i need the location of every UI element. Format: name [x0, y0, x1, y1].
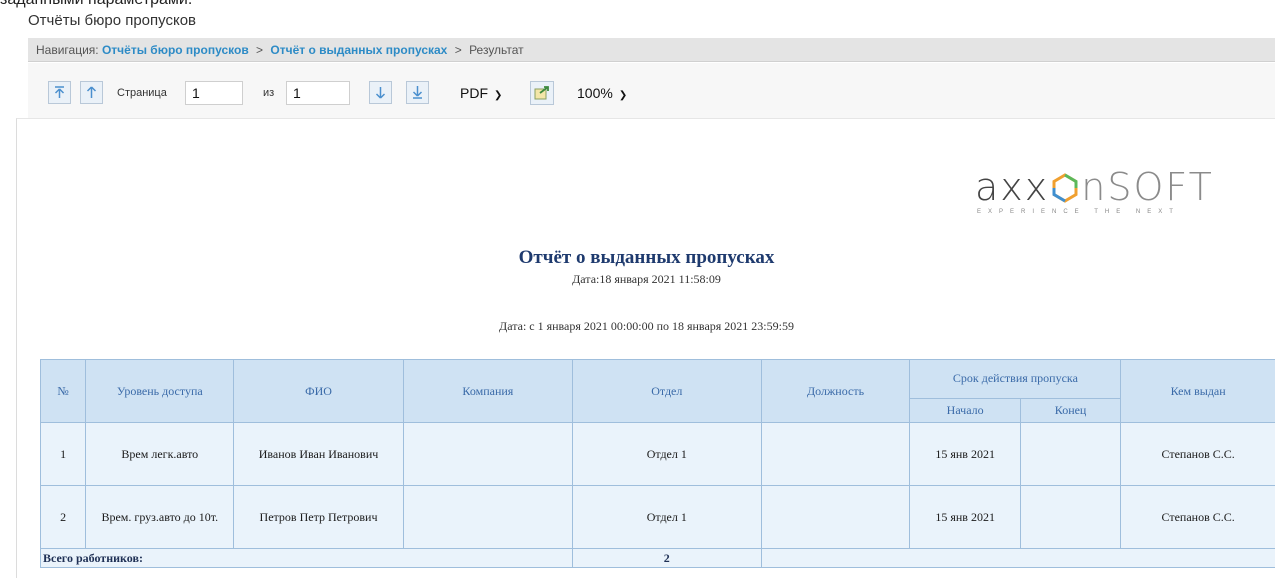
- breadcrumb-separator: >: [455, 43, 462, 57]
- cell-department: Отдел 1: [573, 423, 761, 486]
- logo-wordmark: axx nSOFT: [975, 165, 1214, 209]
- report-table: № Уровень доступа ФИО Компания Отдел Дол…: [40, 359, 1275, 568]
- report-period: Дата: с 1 января 2021 00:00:00 по 18 янв…: [17, 319, 1275, 334]
- breadcrumb-link-reports[interactable]: Отчёты бюро пропусков: [102, 43, 249, 57]
- cell-issued-by: Степанов С.С.: [1121, 423, 1275, 486]
- column-header-position: Должность: [761, 360, 910, 423]
- export-format-value: PDF: [460, 85, 488, 101]
- report-toolbar: Страница 1 из 1 PDF ❯ 100% ❯: [28, 63, 1275, 119]
- breadcrumb-current: Результат: [469, 43, 524, 57]
- logo-tagline: EXPERIENCE THE NEXT: [977, 209, 1180, 215]
- total-label: Всего работников:: [41, 549, 573, 568]
- breadcrumb-prefix: Навигация:: [36, 43, 99, 57]
- cell-access-level: Врем. груз.авто до 10т.: [86, 486, 234, 549]
- first-page-button[interactable]: [48, 81, 71, 104]
- column-header-access-level: Уровень доступа: [86, 360, 234, 423]
- breadcrumb-link-issued-passes[interactable]: Отчёт о выданных пропусках: [270, 43, 447, 57]
- export-button[interactable]: [530, 81, 554, 105]
- next-page-button[interactable]: [369, 81, 392, 104]
- cell-end: [1020, 423, 1120, 486]
- arrow-up-icon: [81, 82, 102, 103]
- cell-department: Отдел 1: [573, 486, 761, 549]
- cell-position: [761, 423, 910, 486]
- cell-company: [403, 486, 572, 549]
- chevron-down-icon: ❯: [619, 90, 627, 101]
- cut-off-text: заданными параметрами.: [0, 0, 192, 9]
- column-header-num: №: [41, 360, 86, 423]
- page-number-input[interactable]: 1: [185, 81, 243, 105]
- column-header-company: Компания: [403, 360, 572, 423]
- cell-issued-by: Степанов С.С.: [1121, 486, 1275, 549]
- export-icon: [531, 82, 553, 104]
- of-label: из: [263, 87, 274, 99]
- breadcrumb: Навигация: Отчёты бюро пропусков > Отчёт…: [28, 38, 1275, 62]
- zoom-select[interactable]: 100% ❯: [573, 81, 645, 105]
- cell-position: [761, 486, 910, 549]
- total-pages-field: 1: [286, 81, 350, 105]
- column-header-issued-by: Кем выдан: [1121, 360, 1275, 423]
- window-title: Отчёты бюро пропусков: [28, 12, 196, 29]
- column-header-start: Начало: [910, 398, 1020, 422]
- total-row: Всего работников: 2: [41, 549, 1275, 568]
- total-filler: [761, 549, 1275, 568]
- cell-num: 1: [41, 423, 86, 486]
- cell-start: 15 янв 2021: [910, 486, 1020, 549]
- last-page-button[interactable]: [406, 81, 429, 104]
- company-logo: axx nSOFT EXPERIENCE THE NEXT: [975, 165, 1235, 225]
- logo-hexagon-icon: [1050, 172, 1080, 204]
- last-page-icon: [407, 82, 428, 103]
- report-title: Отчёт о выданных пропусках: [17, 247, 1275, 269]
- column-header-validity: Срок действия пропуска: [910, 360, 1121, 399]
- column-header-end: Конец: [1020, 398, 1120, 422]
- previous-page-button[interactable]: [80, 81, 103, 104]
- cell-fio: Петров Петр Петрович: [234, 486, 403, 549]
- column-header-department: Отдел: [573, 360, 761, 423]
- report-date: Дата:18 января 2021 11:58:09: [17, 272, 1275, 287]
- chevron-down-icon: ❯: [494, 90, 502, 101]
- cell-company: [403, 423, 572, 486]
- total-value: 2: [573, 549, 761, 568]
- export-format-select[interactable]: PDF ❯: [456, 81, 520, 105]
- arrow-down-icon: [370, 82, 391, 103]
- column-header-fio: ФИО: [234, 360, 403, 423]
- report-viewer: axx nSOFT EXPERIENCE THE NEXT Отчёт о вы…: [16, 118, 1275, 578]
- breadcrumb-separator: >: [256, 43, 263, 57]
- cell-fio: Иванов Иван Иванович: [234, 423, 403, 486]
- zoom-value: 100%: [577, 85, 613, 101]
- cell-access-level: Врем легк.авто: [86, 423, 234, 486]
- cell-start: 15 янв 2021: [910, 423, 1020, 486]
- table-row: 1 Врем легк.авто Иванов Иван Иванович От…: [41, 423, 1275, 486]
- first-page-icon: [49, 82, 70, 103]
- cell-num: 2: [41, 486, 86, 549]
- page-label: Страница: [117, 87, 167, 99]
- cell-end: [1020, 486, 1120, 549]
- table-row: 2 Врем. груз.авто до 10т. Петров Петр Пе…: [41, 486, 1275, 549]
